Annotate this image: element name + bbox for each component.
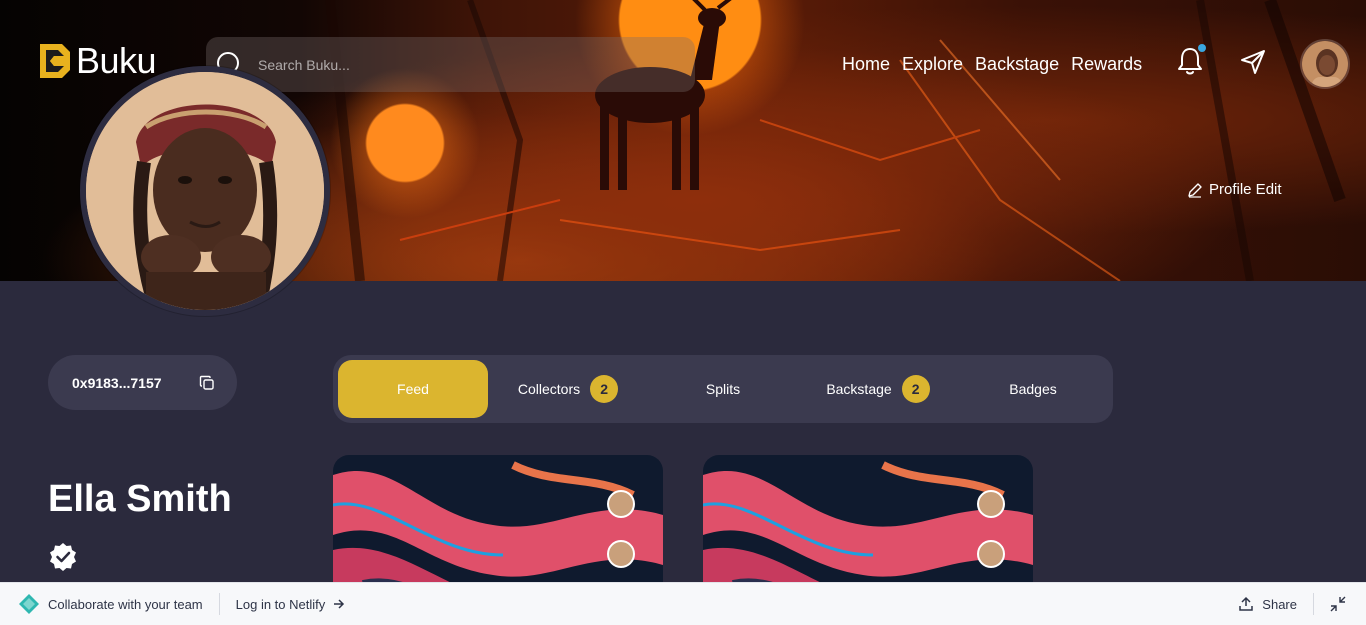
tab-backstage[interactable]: Backstage 2: [803, 360, 953, 418]
search-bar[interactable]: [206, 37, 695, 92]
profile-photo: [86, 72, 324, 310]
collaborate-label: Collaborate with your team: [48, 596, 203, 612]
verified-icon: [50, 543, 76, 571]
wallet-address: 0x9183...7157: [72, 374, 162, 391]
collapse-icon[interactable]: [1330, 596, 1346, 612]
notification-dot: [1198, 44, 1206, 52]
search-input[interactable]: [258, 56, 658, 73]
toolbar-divider: [218, 593, 220, 615]
main-nav: Home Explore Backstage Rewards: [842, 53, 1154, 75]
card-creator-avatar[interactable]: [607, 540, 635, 568]
toolbar-divider: [1313, 593, 1314, 615]
tab-badges-label: Badges: [1009, 381, 1057, 397]
tab-feed[interactable]: Feed: [338, 360, 488, 418]
tab-splits[interactable]: Splits: [648, 360, 798, 418]
send-icon[interactable]: [1240, 49, 1266, 75]
tab-feed-label: Feed: [397, 381, 429, 397]
nav-explore[interactable]: Explore: [902, 53, 963, 75]
profile-tabs: Feed Collectors 2 Splits Backstage 2 Bad…: [333, 355, 1113, 423]
pencil-icon: [1188, 182, 1202, 198]
tab-collectors-label: Collectors: [517, 381, 581, 397]
collectors-count-badge: 2: [590, 375, 619, 403]
wallet-address-pill[interactable]: 0x9183...7157: [48, 355, 237, 410]
brand-name: Buku: [76, 40, 157, 81]
netlify-login-link[interactable]: Log in to Netlify: [236, 597, 346, 612]
profile-edit-button[interactable]: Profile Edit: [1187, 181, 1282, 198]
netlify-login-label: Log in to Netlify: [235, 596, 326, 612]
backstage-count-badge: 2: [901, 375, 930, 403]
netlify-toolbar: Collaborate with your team Log in to Net…: [0, 582, 1366, 625]
nav-backstage[interactable]: Backstage: [975, 53, 1059, 75]
nav-home[interactable]: Home: [842, 53, 890, 75]
profile-avatar: [80, 66, 330, 316]
collaborate-link[interactable]: Collaborate with your team: [0, 593, 203, 615]
arrow-right-icon: [334, 599, 345, 609]
tab-badges[interactable]: Badges: [958, 360, 1108, 418]
card-creator-avatar[interactable]: [977, 540, 1005, 568]
share-icon: [1239, 596, 1254, 611]
copy-icon[interactable]: [199, 375, 215, 391]
profile-edit-label: Profile Edit: [1209, 181, 1282, 198]
card-owner-avatar[interactable]: [607, 490, 635, 518]
tab-backstage-label: Backstage: [826, 381, 892, 397]
nav-rewards[interactable]: Rewards: [1071, 53, 1142, 75]
share-button[interactable]: Share: [1262, 597, 1297, 612]
tab-splits-label: Splits: [705, 381, 741, 397]
netlify-icon: [19, 594, 39, 614]
buku-logo-icon: [40, 44, 70, 78]
card-owner-avatar[interactable]: [977, 490, 1005, 518]
tab-collectors[interactable]: Collectors 2: [493, 360, 643, 418]
toolbar-right: Share: [1238, 593, 1366, 615]
buku-logo[interactable]: Buku: [38, 40, 157, 81]
profile-name: Ella Smith: [48, 478, 232, 520]
user-avatar[interactable]: [1300, 39, 1350, 89]
